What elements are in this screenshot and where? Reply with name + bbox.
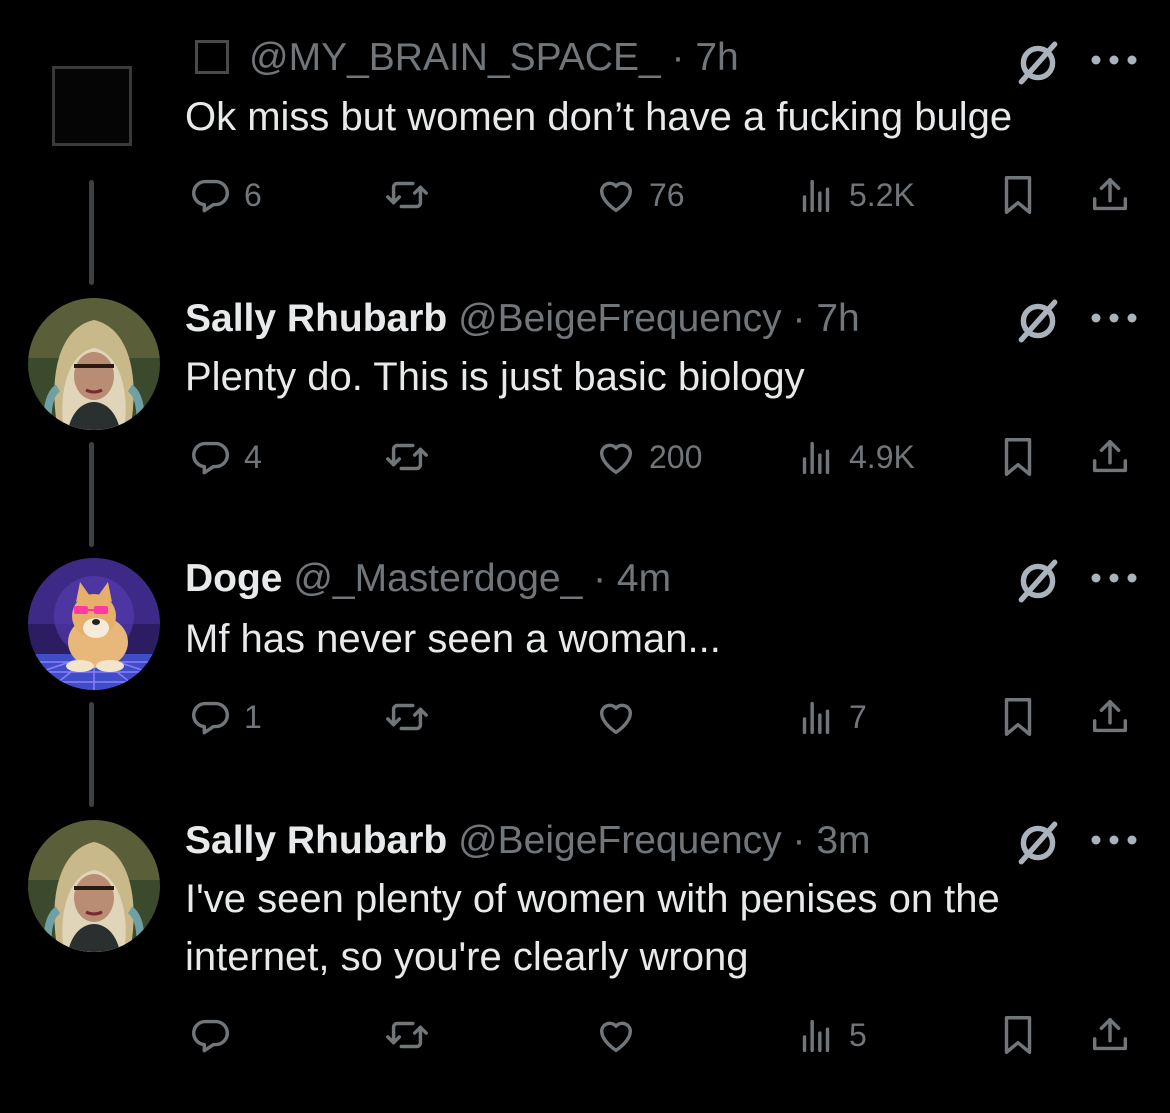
tweet-header: Sally Rhubarb @BeigeFrequency · 7h [185,296,860,342]
reply-count: 1 [244,698,262,735]
display-name[interactable]: Doge [185,557,283,600]
like-icon [593,434,639,480]
retweet-button[interactable] [384,170,440,220]
tweet-text: Plenty do. This is just basic biology [185,355,805,399]
timestamp[interactable]: · 4m [593,557,671,600]
checkbox-icon [195,40,229,74]
views-icon [793,1012,839,1058]
like-button[interactable] [593,692,649,742]
user-handle[interactable]: @BeigeFrequency [458,819,782,862]
display-name[interactable]: Sally Rhubarb [185,297,447,340]
avatar[interactable] [28,558,160,690]
retweet-icon [384,172,430,218]
reply-icon [188,172,234,218]
share-button[interactable] [1087,170,1133,220]
views-button[interactable]: 5 [793,1010,867,1060]
views-button[interactable]: 4.9K [793,432,915,482]
retweet-button[interactable] [384,432,440,482]
tweet[interactable]: Sally Rhubarb @BeigeFrequency · 3m I've … [0,810,1170,1110]
bookmark-icon [995,1012,1041,1058]
views-icon [793,694,839,740]
bookmark-icon [995,694,1041,740]
retweet-button[interactable] [384,1010,440,1060]
more-icon[interactable] [1088,830,1140,850]
views-icon [793,172,839,218]
more-icon[interactable] [1088,50,1140,70]
reply-icon [188,434,234,480]
reply-icon [188,1012,234,1058]
action-bar: 1 7 [0,692,1170,742]
tweet[interactable]: @MY_BRAIN_SPACE_ · 7h Ok miss but women … [0,0,1170,290]
like-icon [593,1012,639,1058]
action-bar: 5 [0,1010,1170,1060]
user-handle[interactable]: @_Masterdoge_ [293,557,582,600]
grok-icon[interactable] [1013,296,1063,346]
like-icon [593,172,639,218]
reply-button[interactable]: 6 [188,170,262,220]
share-button[interactable] [1087,692,1133,742]
tweet-header: @MY_BRAIN_SPACE_ · 7h [185,35,739,81]
share-icon [1087,172,1133,218]
grok-icon[interactable] [1013,818,1063,868]
bookmark-button[interactable] [995,432,1041,482]
views-count: 5.2K [849,176,915,213]
share-button[interactable] [1087,432,1133,482]
retweet-icon [384,1012,430,1058]
action-bar: 4 200 4.9K [0,432,1170,482]
retweet-icon [384,434,430,480]
timestamp[interactable]: · 7h [793,297,860,340]
bookmark-button[interactable] [995,692,1041,742]
grok-icon[interactable] [1013,38,1063,88]
views-count: 5 [849,1016,867,1053]
share-icon [1087,434,1133,480]
views-button[interactable]: 7 [793,692,867,742]
share-button[interactable] [1087,1010,1133,1060]
tweet[interactable]: Sally Rhubarb @BeigeFrequency · 7h Plent… [0,290,1170,550]
bookmark-button[interactable] [995,1010,1041,1060]
more-icon[interactable] [1088,308,1140,328]
retweet-button[interactable] [384,692,440,742]
share-icon [1087,1012,1133,1058]
reply-icon [188,694,234,740]
views-count: 7 [849,698,867,735]
bookmark-button[interactable] [995,170,1041,220]
grok-icon[interactable] [1013,556,1063,606]
reply-count: 6 [244,176,262,213]
views-count: 4.9K [849,438,915,475]
avatar[interactable] [52,66,132,146]
like-button[interactable] [593,1010,649,1060]
views-icon [793,434,839,480]
reply-button[interactable] [188,1010,244,1060]
user-handle[interactable]: @MY_BRAIN_SPACE_ [249,36,661,79]
like-count: 200 [649,438,703,475]
avatar[interactable] [28,820,160,952]
tweet[interactable]: Doge @_Masterdoge_ · 4m Mf has never see… [0,550,1170,810]
bookmark-icon [995,434,1041,480]
more-icon[interactable] [1088,568,1140,588]
tweet-text: I've seen plenty of women with penises o… [185,877,1000,979]
reply-count: 4 [244,438,262,475]
display-name[interactable]: Sally Rhubarb [185,819,447,862]
retweet-icon [384,694,430,740]
tweet-text: Mf has never seen a woman... [185,617,721,661]
timestamp[interactable]: · 7h [672,36,739,79]
reply-button[interactable]: 4 [188,432,262,482]
bookmark-icon [995,172,1041,218]
views-button[interactable]: 5.2K [793,170,915,220]
tweet-header: Doge @_Masterdoge_ · 4m [185,556,671,602]
like-button[interactable]: 200 [593,432,702,482]
tweet-header: Sally Rhubarb @BeigeFrequency · 3m [185,818,871,864]
like-button[interactable]: 76 [593,170,685,220]
tweet-text: Ok miss but women don’t have a fucking b… [185,95,1013,139]
like-count: 76 [649,176,685,213]
action-bar: 6 76 5.2K [0,170,1170,220]
avatar[interactable] [28,298,160,430]
reply-button[interactable]: 1 [188,692,262,742]
timestamp[interactable]: · 3m [793,819,871,862]
user-handle[interactable]: @BeigeFrequency [458,297,782,340]
like-icon [593,694,639,740]
share-icon [1087,694,1133,740]
